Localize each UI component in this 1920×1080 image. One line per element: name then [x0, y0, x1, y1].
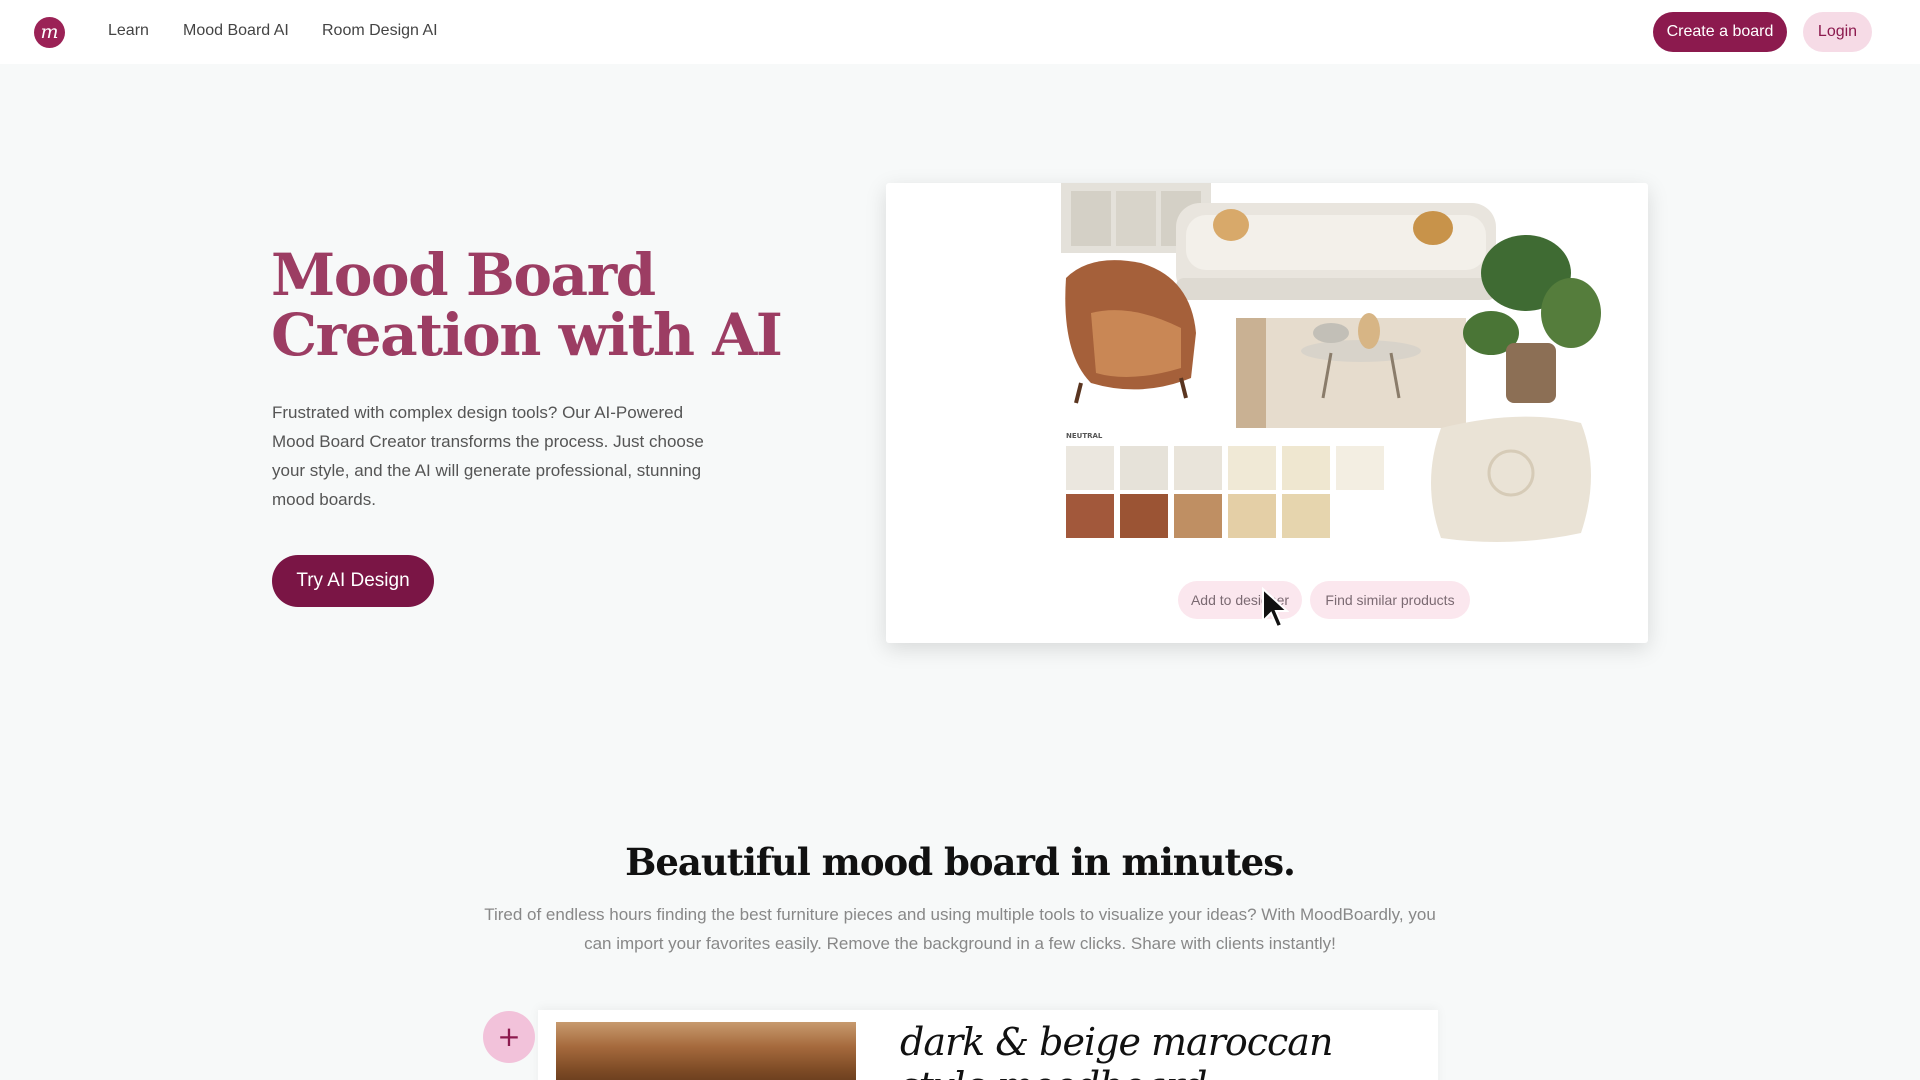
color-swatch: [1120, 494, 1168, 538]
color-swatch: [1120, 446, 1168, 490]
hero-title: Mood Board Creation with AI: [271, 241, 783, 369]
section-description: Tired of endless hours finding the best …: [484, 905, 1436, 953]
create-board-button[interactable]: Create a board: [1653, 12, 1787, 52]
pillow-illustration: [1431, 416, 1591, 542]
nav-link-mood-board-ai[interactable]: Mood Board AI: [183, 22, 289, 40]
moodboard-image: NEUTRAL: [1061, 183, 1601, 542]
color-swatch: [1228, 494, 1276, 538]
dresser-photo: [556, 1022, 856, 1080]
moodboard-preview-card: NEUTRAL Add to designer Find similar pro…: [886, 183, 1648, 643]
login-button[interactable]: Login: [1803, 12, 1872, 52]
sofa-illustration: [1176, 203, 1496, 300]
color-swatch: [1066, 494, 1114, 538]
moodboard-script-title: dark & beige maroccan style moodboard: [900, 1020, 1333, 1080]
top-navbar: m Learn Mood Board AI Room Design AI Cre…: [0, 0, 1920, 64]
svg-text:NEUTRAL: NEUTRAL: [1066, 432, 1103, 440]
find-similar-products-button[interactable]: Find similar products: [1310, 581, 1470, 619]
color-swatch: [1336, 446, 1384, 490]
color-swatch: [1228, 446, 1276, 490]
color-swatch: [1282, 494, 1330, 538]
color-swatches: [1066, 446, 1384, 538]
color-swatch: [1282, 446, 1330, 490]
color-swatch: [1066, 446, 1114, 490]
plant-illustration: [1463, 235, 1601, 403]
nav-link-room-design-ai[interactable]: Room Design AI: [322, 22, 438, 40]
color-swatch: [1174, 446, 1222, 490]
brand-logo-icon[interactable]: m: [34, 17, 65, 48]
color-swatch: [1174, 494, 1222, 538]
section-title: Beautiful mood board in minutes.: [625, 840, 1296, 884]
mouse-cursor-icon: [1262, 587, 1289, 629]
nav-link-learn[interactable]: Learn: [108, 22, 149, 40]
add-item-button[interactable]: +: [483, 1011, 535, 1063]
try-ai-design-button[interactable]: Try AI Design: [272, 555, 434, 607]
rug-illustration: [1236, 318, 1466, 428]
hero-description: Frustrated with complex design tools? Ou…: [272, 403, 704, 509]
armchair-illustration: [1065, 260, 1196, 404]
